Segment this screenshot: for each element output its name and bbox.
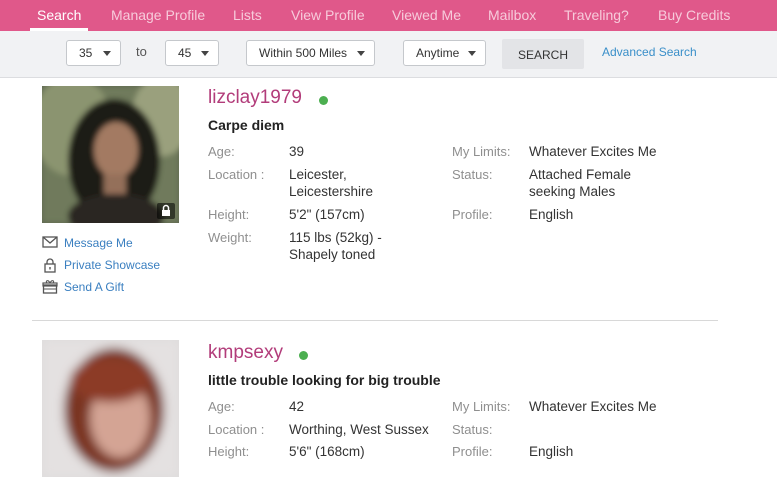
profile-photo[interactable] [42, 340, 179, 477]
weight-value-line2: Shapely toned [289, 247, 376, 262]
profile-username[interactable]: kmpsexy [208, 342, 283, 364]
tab-viewed-me[interactable]: Viewed Me [392, 0, 461, 31]
height-value: 5'6" (168cm) [289, 444, 365, 459]
height-label: Height: [208, 207, 250, 222]
age-label: Age: [208, 399, 235, 414]
tab-search[interactable]: Search [37, 0, 81, 31]
age-value: 39 [289, 144, 305, 159]
status-label: Status: [452, 422, 493, 437]
advanced-search-link[interactable]: Advanced Search [602, 45, 697, 59]
age-max-value: 45 [178, 46, 192, 60]
send-a-gift-label: Send A Gift [64, 280, 125, 294]
age-min-value: 35 [79, 46, 93, 60]
caret-down-icon [103, 51, 111, 56]
message-me-label: Message Me [64, 236, 133, 250]
lock-icon [44, 258, 56, 273]
online-status-indicator [319, 96, 328, 105]
caret-down-icon [357, 51, 365, 56]
top-navigation: Search Manage Profile Lists View Profile… [0, 0, 777, 31]
location-value: Worthing, West Sussex [289, 422, 429, 437]
search-filter-bar: 35 to 45 Within 500 Miles Anytime SEARCH… [0, 31, 777, 78]
my-limits-label: My Limits: [452, 399, 511, 414]
tab-manage-profile[interactable]: Manage Profile [111, 0, 205, 31]
distance-value: Within 500 Miles [259, 46, 348, 60]
location-label: Location : [208, 167, 265, 182]
online-status-indicator [299, 351, 308, 360]
my-limits-value: Whatever Excites Me [529, 399, 657, 414]
profile-tagline: Carpe diem [208, 117, 285, 133]
tab-buy-credits[interactable]: Buy Credits [658, 0, 730, 31]
distance-select[interactable]: Within 500 Miles [246, 40, 375, 66]
caret-down-icon [201, 51, 209, 56]
profile-username[interactable]: lizclay1979 [208, 87, 302, 109]
location-label: Location : [208, 422, 265, 437]
age-max-select[interactable]: 45 [165, 40, 219, 66]
time-select[interactable]: Anytime [403, 40, 486, 66]
location-value-line2: Leicestershire [289, 184, 374, 199]
weight-value-line1: 115 lbs (52kg) - [289, 230, 382, 245]
location-value-line1: Leicester, [289, 167, 347, 182]
tab-view-profile[interactable]: View Profile [291, 0, 365, 31]
tab-mailbox[interactable]: Mailbox [488, 0, 536, 31]
my-limits-label: My Limits: [452, 144, 511, 159]
status-value-line2: seeking Males [529, 184, 616, 199]
age-label: Age: [208, 144, 235, 159]
age-value: 42 [289, 399, 305, 414]
tab-lists[interactable]: Lists [233, 0, 262, 31]
private-photo-lock-badge [157, 203, 175, 219]
profile-photo-image [42, 340, 179, 477]
tab-traveling[interactable]: Traveling? [564, 0, 629, 31]
caret-down-icon [468, 51, 476, 56]
profile-tagline: little trouble looking for big trouble [208, 372, 441, 388]
height-value: 5'2" (157cm) [289, 207, 365, 222]
profile-photo[interactable] [42, 86, 179, 223]
profile-language-label: Profile: [452, 207, 493, 222]
age-range-to-label: to [136, 44, 147, 59]
my-limits-value: Whatever Excites Me [529, 144, 657, 159]
search-button[interactable]: SEARCH [502, 39, 584, 69]
profile-language-value: English [529, 444, 574, 459]
age-min-select[interactable]: 35 [66, 40, 121, 66]
status-label: Status: [452, 167, 493, 182]
lock-icon [162, 204, 170, 216]
profile-divider [32, 320, 718, 321]
weight-label: Weight: [208, 230, 252, 245]
private-showcase-label: Private Showcase [64, 258, 161, 272]
time-value: Anytime [416, 46, 460, 60]
envelope-icon [42, 236, 58, 248]
gift-icon [42, 280, 58, 294]
profile-language-label: Profile: [452, 444, 493, 459]
height-label: Height: [208, 444, 250, 459]
profile-language-value: English [529, 207, 574, 222]
status-value-line1: Attached Female [529, 167, 632, 182]
